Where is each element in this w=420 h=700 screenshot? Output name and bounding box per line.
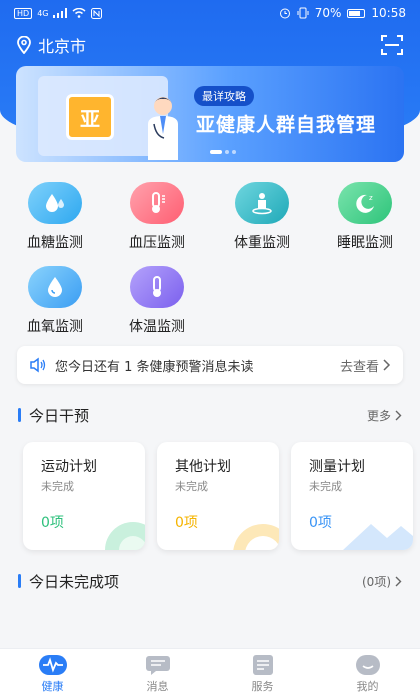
view-alert-label: 去查看 [339, 359, 379, 375]
network-type: 4G [37, 8, 49, 18]
plan-card-measure[interactable]: 测量计划 未完成 0项 [291, 442, 413, 550]
incomplete-count-link[interactable]: (0项) [362, 573, 402, 590]
document-icon [252, 655, 273, 675]
status-bar: HD 4G 70% 10:58 [0, 0, 420, 26]
city-name: 北京市 [38, 37, 87, 56]
more-label: 更多 [366, 408, 391, 423]
alert-text: 您今日还有 1 条健康预警消息未读 [55, 359, 254, 375]
tab-services[interactable]: 服务 [210, 649, 315, 700]
app-header: 北京市 [0, 28, 420, 62]
tab-label: 服务 [251, 680, 274, 693]
tab-health[interactable]: 健康 [0, 649, 105, 700]
monitor-label: 体温监测 [129, 319, 185, 335]
svg-text:z: z [369, 194, 373, 202]
chevron-right-icon [383, 359, 391, 371]
weight-icon [235, 182, 289, 224]
plan-card-exercise[interactable]: 运动计划 未完成 0项 [23, 442, 145, 550]
plan-status: 未完成 [309, 480, 342, 493]
tab-label: 我的 [356, 680, 379, 693]
monitor-blood-oxygen[interactable]: 血氧监测 [10, 266, 100, 336]
plan-status: 未完成 [41, 480, 74, 493]
nfc-icon [91, 7, 103, 19]
heartbeat-icon [38, 655, 67, 675]
section-accent-bar [18, 574, 21, 588]
vibrate-icon [297, 7, 309, 19]
tab-label: 消息 [146, 680, 169, 693]
monitor-label: 体重监测 [234, 235, 290, 251]
thermometer-icon [130, 266, 184, 308]
battery-percent: 70% [314, 6, 342, 20]
monitor-weight[interactable]: 体重监测 [217, 182, 307, 252]
banner-title: 亚健康人群自我管理 [196, 114, 377, 136]
banner-logo: 亚 [66, 94, 114, 140]
carousel-indicator [210, 150, 236, 154]
location-pin-icon [17, 36, 31, 54]
plan-count: 0项 [175, 515, 198, 531]
bottom-tab-bar: 健康 消息 服务 我的 [0, 648, 420, 700]
monitor-label: 睡眠监测 [337, 235, 393, 251]
blood-sugar-icon [28, 182, 82, 224]
incomplete-count: (0项) [362, 574, 391, 589]
plan-title: 其他计划 [175, 459, 231, 475]
chevron-right-icon [395, 576, 402, 586]
more-link[interactable]: 更多 [367, 407, 402, 424]
blood-oxygen-icon [28, 266, 82, 308]
plan-decoration [343, 524, 413, 550]
chevron-right-icon [395, 410, 402, 420]
monitor-temperature[interactable]: 体温监测 [112, 266, 202, 336]
banner-tag: 最详攻略 [194, 86, 254, 106]
sleep-moon-icon: z [338, 182, 392, 224]
tab-messages[interactable]: 消息 [105, 649, 210, 700]
user-face-icon [355, 655, 380, 675]
signal-icon [53, 8, 68, 18]
plan-title: 运动计划 [41, 459, 97, 475]
health-alert-bar[interactable]: 您今日还有 1 条健康预警消息未读 去查看 [17, 346, 403, 384]
monitor-label: 血压监测 [129, 235, 185, 251]
view-alert-link[interactable]: 去查看 [340, 356, 391, 375]
battery-icon [347, 8, 366, 18]
wifi-icon [73, 8, 86, 18]
hd-badge: HD [14, 7, 33, 19]
tab-label: 健康 [41, 680, 64, 693]
plan-count: 0项 [41, 515, 64, 531]
monitor-label: 血氧监测 [27, 319, 83, 335]
plan-decoration [105, 522, 145, 550]
plan-status: 未完成 [175, 480, 208, 493]
plan-title: 测量计划 [309, 459, 365, 475]
monitor-sleep[interactable]: z 睡眠监测 [320, 182, 410, 252]
alarm-icon [279, 8, 290, 19]
plan-card-other[interactable]: 其他计划 未完成 0项 [157, 442, 279, 550]
plan-count: 0项 [309, 515, 332, 531]
monitor-blood-sugar[interactable]: 血糖监测 [10, 182, 100, 252]
today-intervention-header: 今日干预 更多 [18, 405, 402, 425]
doctor-illustration [148, 97, 178, 160]
city-selector[interactable]: 北京市 [16, 33, 86, 57]
section-accent-bar [18, 408, 21, 422]
message-icon [145, 656, 170, 675]
tab-mine[interactable]: 我的 [315, 649, 420, 700]
today-incomplete-header: 今日未完成项 (0项) [18, 571, 402, 591]
plan-decoration [233, 524, 279, 550]
monitor-label: 血糖监测 [27, 235, 83, 251]
blood-pressure-icon [130, 182, 184, 224]
section-title: 今日未完成项 [29, 572, 120, 591]
monitor-blood-pressure[interactable]: 血压监测 [112, 182, 202, 252]
clock: 10:58 [371, 6, 406, 20]
scan-icon[interactable] [380, 33, 404, 57]
speaker-icon [30, 357, 46, 373]
section-title: 今日干预 [29, 406, 90, 425]
promo-banner[interactable]: 亚 最详攻略 亚健康人群自我管理 [16, 66, 404, 162]
